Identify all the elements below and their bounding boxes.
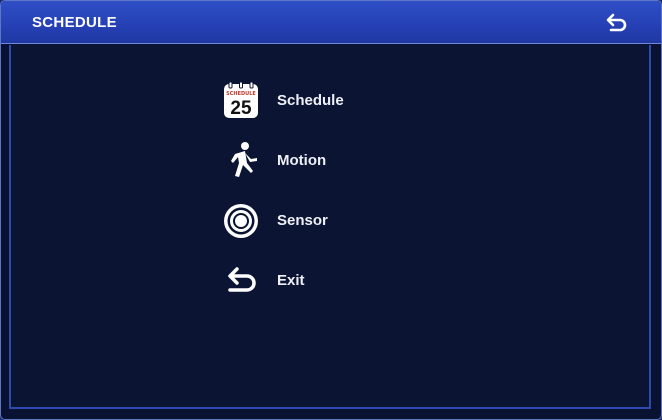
menu-item-sensor[interactable]: Sensor [217,199,417,243]
return-arrow-icon [606,13,627,32]
title-bar: SCHEDULE [1,1,661,44]
menu-item-label: Sensor [277,212,328,229]
calendar-day-text: 25 [230,98,252,119]
menu-item-schedule[interactable]: SCHEDULE 25 Schedule [217,79,417,123]
calendar-header-text: SCHEDULE [226,91,256,97]
menu-item-exit[interactable]: Exit [217,259,417,303]
menu-item-label: Schedule [277,92,344,109]
menu-item-label: Motion [277,152,327,169]
back-button[interactable] [602,11,630,35]
return-arrow-icon [221,261,261,301]
calendar-icon: SCHEDULE 25 [221,81,261,121]
menu-item-motion[interactable]: Motion [217,139,417,183]
motion-person-icon [221,141,261,181]
sensor-icon [221,201,261,241]
schedule-window: SCHEDULE SCHEDULE 25 Schedule Motion Sen… [0,0,662,420]
menu-item-label: Exit [277,272,305,289]
window-title: SCHEDULE [32,14,117,31]
